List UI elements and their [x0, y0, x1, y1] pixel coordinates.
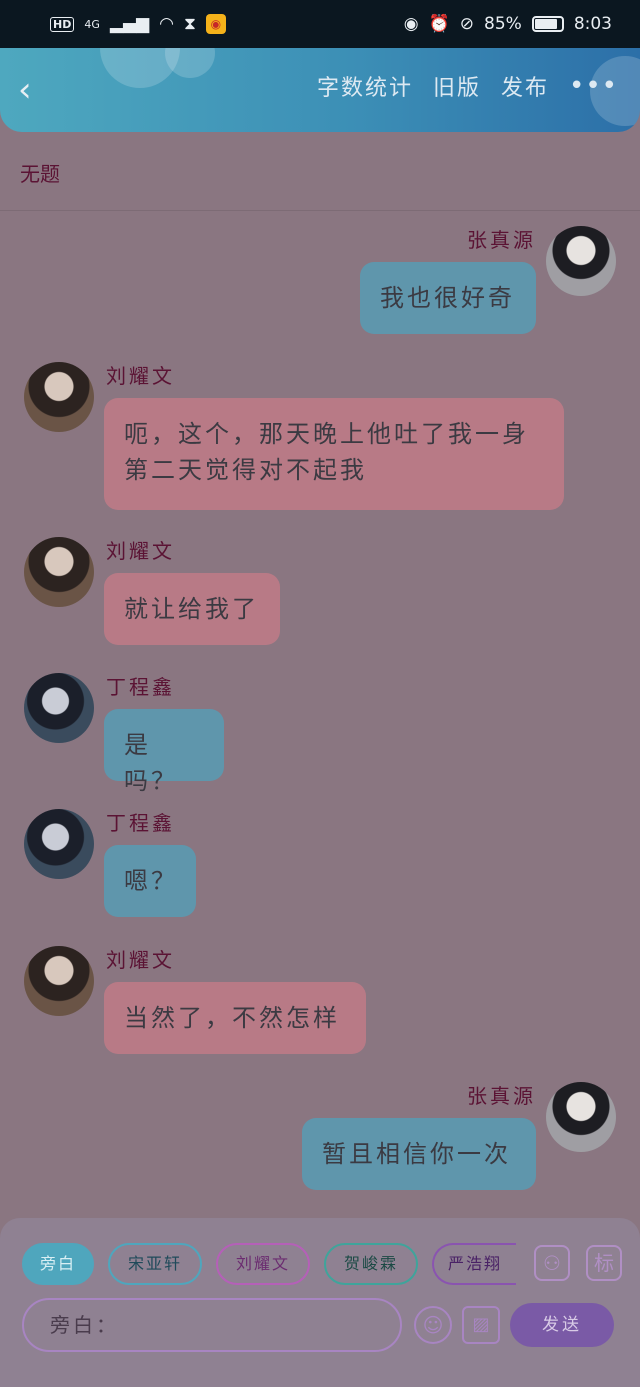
- avatar[interactable]: [24, 809, 94, 879]
- message-bubble[interactable]: 嗯？: [104, 845, 196, 917]
- battery-icon: [531, 16, 564, 32]
- signal-icon: ▂▄▆: [109, 14, 150, 34]
- more-icon[interactable]: •••: [569, 71, 618, 101]
- publish-button[interactable]: 发布: [501, 70, 549, 102]
- hourglass-icon: ⧗: [183, 14, 196, 34]
- speaker-name: 刘耀文: [106, 948, 175, 972]
- message-line: 第二天觉得对不起我: [124, 456, 367, 484]
- character-chip-songyaxuan[interactable]: 宋亚轩: [108, 1243, 202, 1285]
- message-bubble[interactable]: 我也很好奇: [360, 262, 536, 334]
- header-decoration: [165, 48, 215, 78]
- send-button[interactable]: 发送: [510, 1303, 614, 1347]
- character-chip-narration[interactable]: 旁白: [22, 1243, 94, 1285]
- smile-icon[interactable]: ☺: [414, 1306, 452, 1344]
- message-bubble[interactable]: 就让给我了: [104, 573, 280, 645]
- network-type: 4G: [84, 17, 100, 31]
- speaker-name: 张真源: [467, 228, 536, 252]
- header-actions: 字数统计 旧版 发布 •••: [317, 70, 618, 102]
- speaker-name: 刘耀文: [106, 364, 175, 388]
- person-icon[interactable]: ⚇: [534, 1245, 570, 1281]
- mute-icon: ⊘: [459, 14, 475, 34]
- status-bar: HD 4G ▂▄▆ ◠ ⧗ ◉ ◉ ⏰ ⊘ 85% 8:03: [0, 0, 640, 48]
- speaker-name: 丁程鑫: [106, 675, 175, 699]
- speaker-name: 刘耀文: [106, 539, 175, 563]
- weibo-icon: ◉: [205, 14, 226, 34]
- avatar[interactable]: [546, 1082, 616, 1152]
- message-line: 呃，这个，那天晚上他吐了我一身: [124, 420, 529, 448]
- tag-button[interactable]: 标: [586, 1245, 622, 1281]
- character-chip-liuyaowen[interactable]: 刘耀文: [216, 1243, 310, 1285]
- message-bubble[interactable]: 当然了，不然怎样: [104, 982, 366, 1054]
- wifi-icon: ◠: [159, 14, 174, 34]
- message-bubble[interactable]: 呃，这个，那天晚上他吐了我一身 第二天觉得对不起我: [104, 398, 564, 510]
- battery-percent: 85%: [484, 14, 522, 34]
- status-left: HD 4G ▂▄▆ ◠ ⧗ ◉: [50, 14, 226, 34]
- chevron-left-icon: ‹: [18, 70, 32, 110]
- old-version-button[interactable]: 旧版: [433, 70, 481, 102]
- message-input[interactable]: 旁白：: [22, 1298, 402, 1352]
- image-icon[interactable]: ▨: [462, 1306, 500, 1344]
- back-button[interactable]: ‹: [18, 70, 54, 110]
- character-chip-hejunlin[interactable]: 贺峻霖: [324, 1243, 418, 1285]
- word-count-button[interactable]: 字数统计: [317, 70, 413, 102]
- message-bubble[interactable]: 暂且相信你一次: [302, 1118, 536, 1190]
- clock: 8:03: [573, 14, 612, 34]
- divider: [0, 210, 640, 211]
- story-title[interactable]: 无题: [20, 158, 60, 187]
- avatar[interactable]: [24, 537, 94, 607]
- avatar[interactable]: [546, 226, 616, 296]
- alarm-icon: ⏰: [428, 14, 450, 34]
- message-bubble[interactable]: 是吗？: [104, 709, 224, 795]
- speaker-name: 丁程鑫: [106, 811, 175, 835]
- battery-fill: [534, 19, 557, 29]
- avatar[interactable]: [24, 673, 94, 743]
- app-header: ‹ 字数统计 旧版 发布 •••: [0, 48, 640, 132]
- avatar[interactable]: [24, 946, 94, 1016]
- eye-icon: ◉: [403, 14, 419, 34]
- character-chip-yanhaoxiang[interactable]: 严浩翔: [432, 1243, 516, 1285]
- hd-badge: HD: [50, 16, 75, 32]
- speaker-name: 张真源: [467, 1084, 536, 1108]
- status-right: ◉ ⏰ ⊘ 85% 8:03: [404, 14, 612, 34]
- avatar[interactable]: [24, 362, 94, 432]
